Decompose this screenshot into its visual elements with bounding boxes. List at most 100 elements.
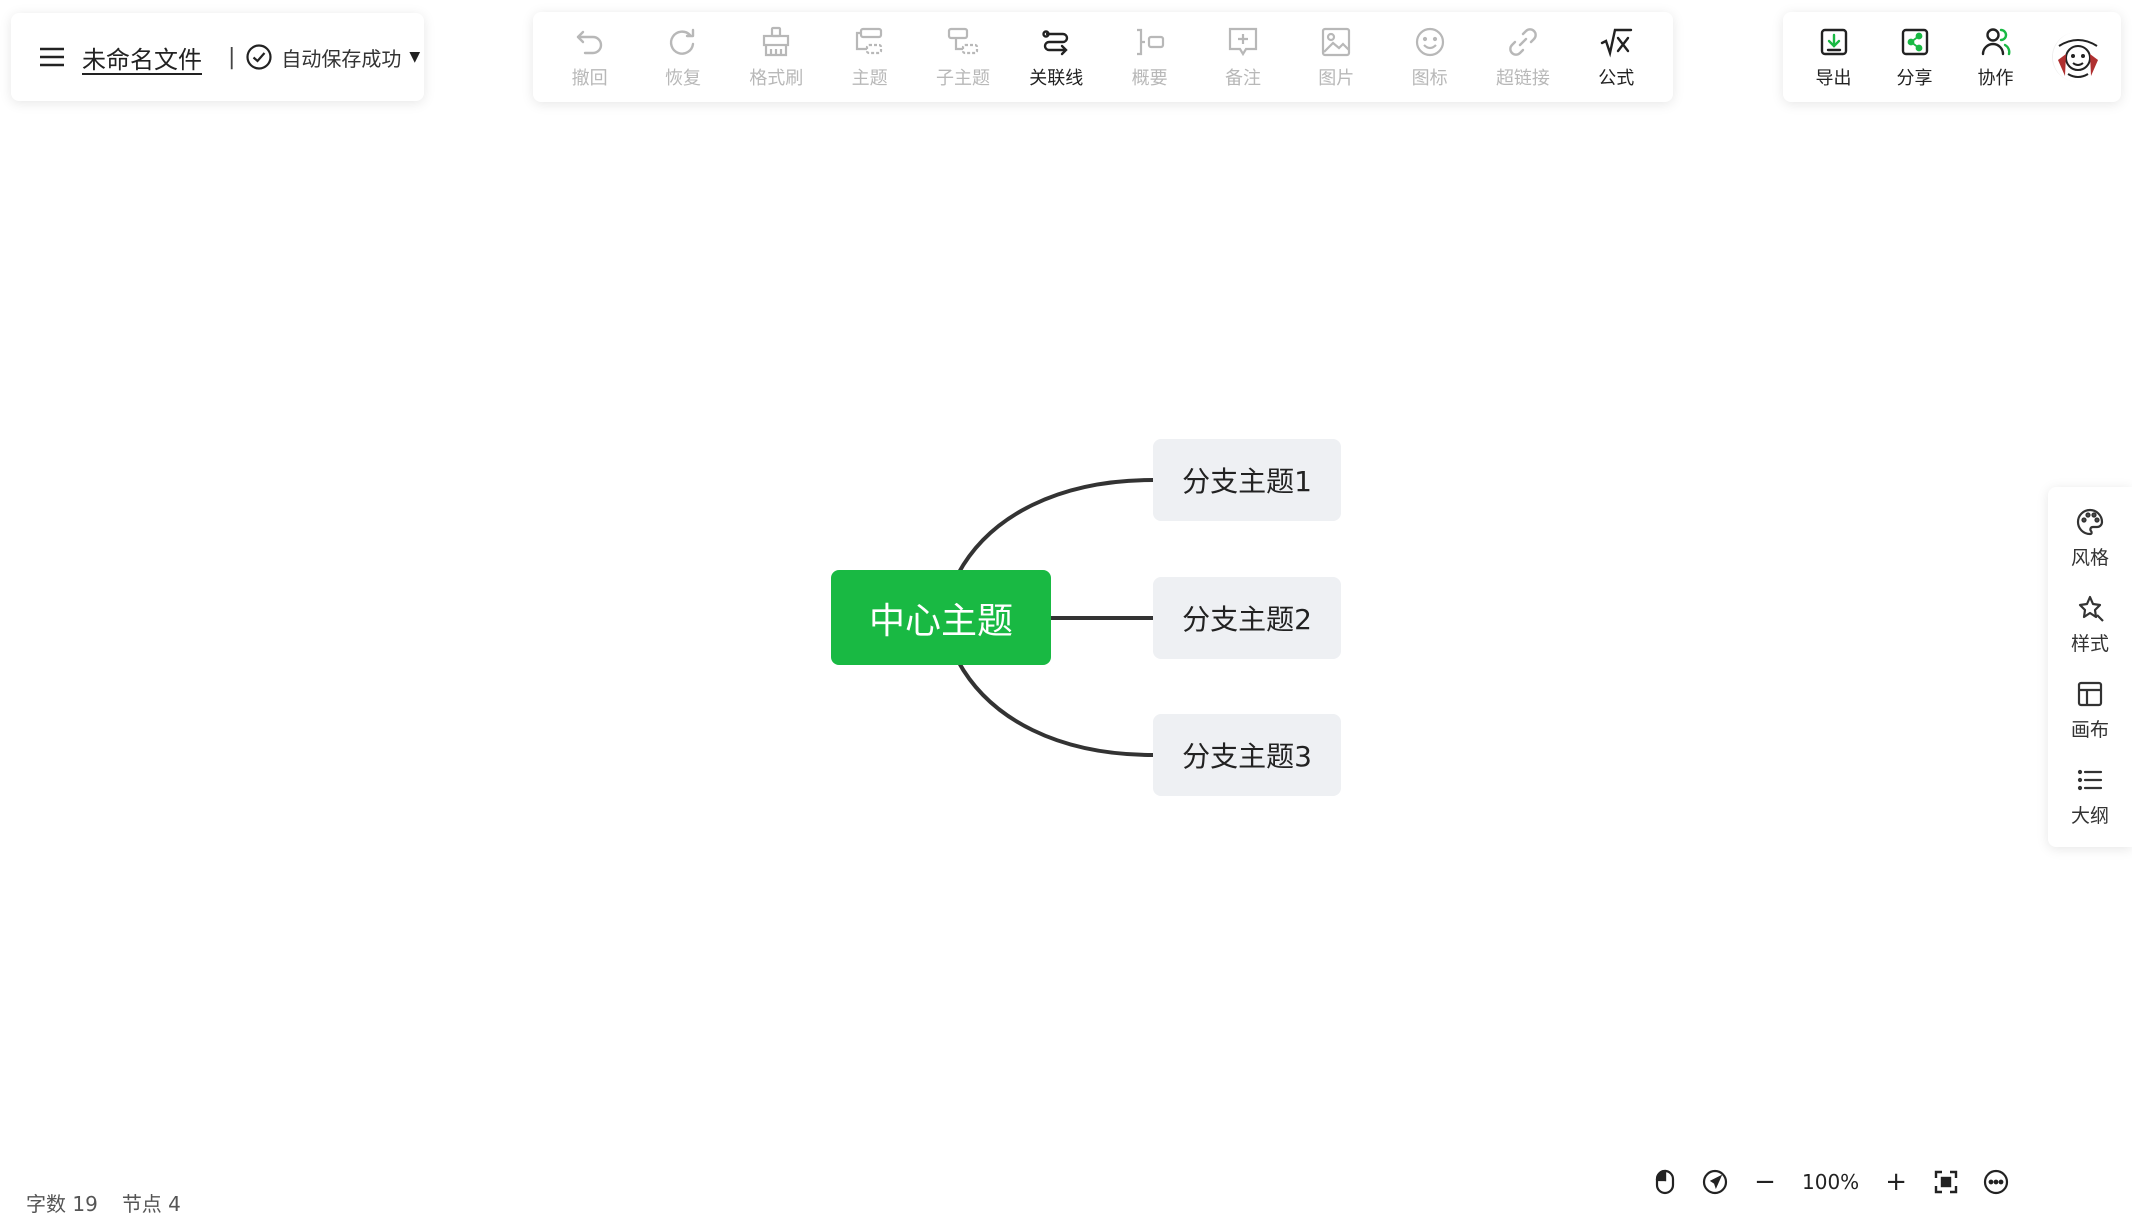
node-count-label: 节点 bbox=[121, 1192, 162, 1216]
canvas-label: 画布 bbox=[2070, 718, 2109, 741]
link-label: 超链接 bbox=[1495, 67, 1550, 89]
subtopic-label: 子主题 bbox=[935, 67, 990, 89]
file-panel: 未命名文件 | 自动保存成功 ▼ bbox=[11, 13, 424, 101]
redo-button[interactable]: 恢复 bbox=[641, 25, 725, 90]
relation-line-button[interactable]: 关联线 bbox=[1014, 25, 1098, 90]
mindmap-canvas[interactable]: 中心主题 分支主题1 分支主题2 分支主题3 bbox=[0, 0, 2132, 1227]
formula-button[interactable]: 公式 bbox=[1574, 25, 1658, 90]
branch-topic-node[interactable]: 分支主题1 bbox=[1153, 439, 1341, 521]
status-bar: 字数 19 节点 4 bbox=[26, 1188, 205, 1217]
summary-button[interactable]: 概要 bbox=[1108, 25, 1192, 90]
note-button[interactable]: 备注 bbox=[1201, 25, 1285, 90]
hamburger-menu-icon bbox=[40, 47, 64, 67]
layout-icon bbox=[2077, 681, 2103, 706]
image-icon bbox=[1322, 27, 1351, 56]
mouse-icon bbox=[1655, 1169, 1675, 1195]
undo-label: 撤回 bbox=[571, 67, 608, 89]
fit-view-button[interactable] bbox=[1929, 1165, 1963, 1199]
collab-button[interactable]: 协作 bbox=[1955, 25, 2036, 90]
canvas-button[interactable]: 画布 bbox=[2071, 679, 2109, 742]
style-label: 样式 bbox=[2070, 632, 2109, 655]
subtopic-button[interactable]: 子主题 bbox=[921, 25, 1005, 90]
locate-button[interactable] bbox=[1698, 1165, 1732, 1199]
separator: | bbox=[228, 44, 236, 70]
node-count-value: 4 bbox=[168, 1192, 181, 1216]
export-label: 导出 bbox=[1815, 67, 1852, 89]
emoji-icon bbox=[1415, 27, 1444, 56]
plus-icon: + bbox=[1885, 1167, 1908, 1197]
format-brush-icon bbox=[763, 26, 790, 56]
fullscreen-icon bbox=[1934, 1170, 1958, 1194]
save-status-dropdown[interactable]: 自动保存成功 ▼ bbox=[245, 43, 420, 72]
emoji-label: 图标 bbox=[1411, 67, 1448, 89]
undo-button[interactable]: 撤回 bbox=[548, 25, 632, 90]
word-count-value: 19 bbox=[72, 1192, 98, 1216]
relation-line-icon bbox=[1042, 29, 1069, 55]
export-icon bbox=[1820, 28, 1847, 55]
word-count: 字数 19 bbox=[26, 1188, 98, 1217]
format-brush-label: 格式刷 bbox=[749, 67, 804, 89]
share-panel: 导出 分享 协作 bbox=[1783, 12, 2121, 102]
user-avatar[interactable] bbox=[2052, 32, 2103, 82]
connector-lines bbox=[956, 478, 1154, 757]
share-label: 分享 bbox=[1896, 67, 1933, 89]
share-button[interactable]: 分享 bbox=[1874, 25, 1955, 90]
relation-line-label: 关联线 bbox=[1029, 67, 1084, 89]
theme-button[interactable]: 风格 bbox=[2071, 507, 2109, 570]
outline-label: 大纲 bbox=[2070, 804, 2109, 827]
summary-icon bbox=[1136, 28, 1164, 55]
note-icon bbox=[1228, 27, 1258, 56]
navigation-icon bbox=[1702, 1169, 1728, 1195]
avatar-image-icon bbox=[2053, 32, 2103, 82]
theme-label: 风格 bbox=[2070, 546, 2109, 569]
menu-button[interactable] bbox=[30, 35, 74, 79]
note-label: 备注 bbox=[1224, 67, 1261, 89]
export-button[interactable]: 导出 bbox=[1793, 25, 1874, 90]
formula-label: 公式 bbox=[1598, 67, 1635, 89]
summary-label: 概要 bbox=[1131, 67, 1168, 89]
side-panel: 风格 样式 画布 大纲 bbox=[2048, 487, 2132, 847]
format-brush-button[interactable]: 格式刷 bbox=[734, 25, 818, 90]
image-button[interactable]: 图片 bbox=[1294, 25, 1378, 90]
topic-button[interactable]: 主题 bbox=[828, 25, 912, 90]
outline-button[interactable]: 大纲 bbox=[2071, 765, 2109, 828]
redo-icon bbox=[669, 28, 695, 55]
topic-icon bbox=[855, 27, 882, 54]
magic-star-icon bbox=[2078, 595, 2104, 622]
zoom-controls: − 100% + bbox=[1648, 1165, 2029, 1199]
main-toolbar: 撤回 恢复 格式刷 主题 子主题 关联线 概要 备注 图片 图标 超链接 公式 bbox=[533, 12, 1673, 102]
branch-topic-node[interactable]: 分支主题2 bbox=[1153, 577, 1341, 659]
share-icon bbox=[1901, 28, 1928, 55]
zoom-in-button[interactable]: + bbox=[1879, 1165, 1913, 1199]
style-button[interactable]: 样式 bbox=[2071, 593, 2109, 656]
minus-icon: − bbox=[1754, 1167, 1776, 1197]
caret-down-icon: ▼ bbox=[409, 49, 421, 65]
zoom-out-button[interactable]: − bbox=[1748, 1165, 1782, 1199]
palette-icon bbox=[2076, 508, 2104, 535]
formula-icon bbox=[1601, 28, 1633, 58]
mouse-mode-button[interactable] bbox=[1648, 1165, 1682, 1199]
image-label: 图片 bbox=[1318, 67, 1355, 89]
node-count: 节点 4 bbox=[122, 1188, 181, 1217]
zoom-level: 100% bbox=[1802, 1170, 1860, 1194]
subtopic-icon bbox=[947, 27, 979, 54]
emoji-button[interactable]: 图标 bbox=[1388, 25, 1472, 90]
users-icon bbox=[1981, 27, 2010, 55]
word-count-label: 字数 bbox=[26, 1192, 66, 1216]
collab-label: 协作 bbox=[1977, 67, 2014, 89]
more-icon bbox=[1984, 1169, 2009, 1195]
save-status-text: 自动保存成功 bbox=[281, 46, 402, 71]
topic-label: 主题 bbox=[851, 67, 888, 89]
link-icon bbox=[1509, 27, 1537, 56]
redo-label: 恢复 bbox=[664, 67, 701, 89]
link-button[interactable]: 超链接 bbox=[1481, 25, 1565, 90]
check-circle-icon bbox=[246, 44, 273, 70]
connector-branch-3 bbox=[956, 660, 1154, 757]
file-name-link[interactable]: 未命名文件 bbox=[82, 40, 202, 75]
connector-branch-1 bbox=[956, 478, 1154, 575]
center-topic-node[interactable]: 中心主题 bbox=[831, 570, 1051, 665]
more-options-button[interactable] bbox=[1979, 1165, 2013, 1199]
undo-icon bbox=[576, 30, 602, 54]
branch-topic-node[interactable]: 分支主题3 bbox=[1153, 714, 1341, 796]
list-icon bbox=[2077, 769, 2103, 790]
